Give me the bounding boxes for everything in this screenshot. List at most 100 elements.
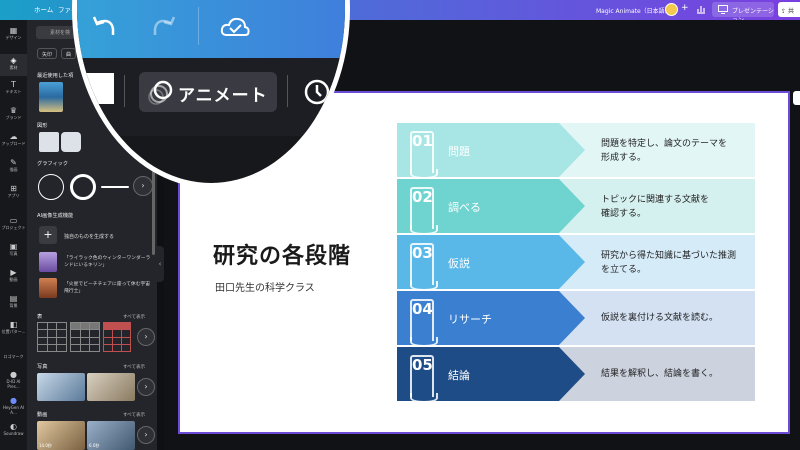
graphic-circle-bold[interactable] — [70, 174, 96, 200]
video-icon: ▶ — [10, 268, 17, 277]
video-duration: 6.0秒 — [89, 443, 100, 448]
video-thumb[interactable]: 14.0秒 — [37, 421, 85, 450]
redo-icon[interactable] — [149, 13, 177, 39]
rail-label: D-ID AI Pres... — [6, 379, 21, 389]
step-row[interactable]: 03 仮説 研究から得た知識に基づいた推測 を立てる。 — [397, 235, 755, 291]
chevron-right-icon[interactable]: › — [137, 426, 155, 444]
table-template[interactable] — [70, 322, 100, 352]
ai-suggestion-text: 「ライラック色のウィンターワンダーランドにいるキリン」 — [64, 256, 151, 268]
slide-title[interactable]: 研究の各段階 — [213, 238, 351, 270]
shape-square[interactable] — [39, 132, 59, 152]
see-all-photos[interactable]: すべて表示 — [123, 364, 145, 370]
rail-label: 動画 — [9, 277, 18, 282]
step-description: 仮説を裏付ける文献を読む。 — [601, 311, 749, 325]
chevron-right-icon[interactable]: › — [137, 378, 155, 396]
see-all-videos[interactable]: すべて表示 — [123, 412, 145, 418]
avatar[interactable] — [665, 3, 678, 16]
ai-thumb — [39, 252, 57, 272]
rail-design[interactable]: ▦ デザイン — [0, 26, 27, 41]
share-button[interactable]: ⇪ 共 — [778, 2, 800, 17]
graphic-line[interactable] — [101, 186, 129, 188]
rail-label: 素材 — [9, 65, 18, 70]
rail-elements[interactable]: ◈ 素材 — [0, 54, 27, 76]
step-description: 結果を解釈し、結論を書く。 — [601, 367, 749, 381]
toolbar-divider — [287, 75, 288, 107]
rail-label: 描画 — [9, 167, 18, 172]
step-number: 01 — [412, 132, 433, 150]
rail-apps[interactable]: ⊞ アプリ — [0, 184, 27, 199]
add-collaborator-button[interactable]: + — [681, 3, 689, 13]
color-swatch[interactable] — [82, 73, 114, 104]
step-description: 問題を特定し、論文のテーマを 形成する。 — [601, 137, 749, 165]
slide-subtitle[interactable]: 田口先生の科学クラス — [215, 279, 315, 294]
present-button[interactable]: プレゼンテーション — [712, 2, 774, 24]
photo-thumb[interactable] — [87, 373, 135, 401]
step-number: 02 — [412, 188, 433, 206]
step-description: トピックに関連する文献を 確認する。 — [601, 193, 749, 221]
step-description-line: 確認する。 — [601, 209, 647, 219]
rail-videos[interactable]: ▶ 動画 — [0, 268, 27, 283]
rail-label: テキスト — [5, 89, 22, 94]
step-row[interactable]: 01 問題 問題を特定し、論文のテーマを 形成する。 — [397, 123, 755, 179]
chip-curve[interactable]: 曲 — [61, 48, 77, 59]
rail-soundraw[interactable]: ◐ Soundraw — [0, 422, 27, 436]
pattern-icon: ◧ — [9, 320, 18, 329]
rail-backgrounds[interactable]: ▤ 背景 — [0, 294, 27, 309]
share-icon: ⇪ — [781, 8, 787, 15]
chevron-right-icon[interactable]: › — [137, 328, 155, 346]
document-title[interactable]: Magic Animate（日本語） — [596, 6, 671, 15]
animate-label: アニメート — [178, 86, 268, 106]
chevron-right-icon[interactable]: › — [133, 176, 153, 196]
rail-photos[interactable]: ▣ 写真 — [0, 242, 27, 257]
canvas-side-handle[interactable] — [793, 91, 800, 105]
design-icon: ▦ — [9, 26, 18, 35]
rail-label: アップロード — [1, 141, 26, 146]
see-all-tables[interactable]: すべて表示 — [123, 314, 145, 320]
crown-icon: ♛ — [9, 106, 18, 115]
menu-home[interactable]: ホーム — [34, 4, 53, 14]
video-thumb[interactable]: 6.0秒 — [87, 421, 135, 450]
left-rail: ▦ デザイン ◈ 素材 T テキスト ♛ ブランド ☁ アップロード ✎ 描画 ⊞ アプリ ▭… — [0, 20, 27, 450]
animate-button[interactable]: アニメート — [139, 72, 277, 112]
share-label: 共 — [787, 8, 794, 15]
rail-label: 写真 — [9, 251, 18, 256]
undo-icon[interactable] — [91, 13, 119, 39]
rail-patterns[interactable]: ◧ 位置パター... — [0, 320, 27, 335]
recent-heading: 最近使用した項 — [37, 73, 74, 79]
generate-plus-button[interactable]: + — [39, 226, 57, 244]
rail-text[interactable]: T テキスト — [0, 80, 27, 95]
step-description-line: 形成する。 — [601, 153, 647, 163]
rail-projects[interactable]: ▭ プロジェクト — [0, 216, 27, 231]
photo-thumb[interactable] — [37, 373, 85, 401]
rail-logos[interactable]: ロゴマーク — [0, 354, 27, 360]
rail-did[interactable]: ● D-ID AI Pres... — [0, 370, 27, 389]
ai-suggestion[interactable]: 「ライラック色のウィンターワンダーランドにいるキリン」 — [39, 252, 150, 272]
step-label: リサーチ — [448, 313, 492, 326]
rail-label: デザイン — [5, 35, 22, 40]
collapse-panel-handle[interactable]: ‹ — [156, 246, 164, 282]
step-number: 03 — [412, 244, 433, 262]
rail-draw[interactable]: ✎ 描画 — [0, 158, 27, 173]
step-row[interactable]: 04 リサーチ 仮説を裏付ける文献を読む。 — [397, 291, 755, 347]
insights-icon[interactable] — [695, 3, 707, 15]
step-row[interactable]: 02 調べる トピックに関連する文献を 確認する。 — [397, 179, 755, 235]
step-description-line: を立てる。 — [601, 265, 647, 275]
rail-heygen[interactable]: ● HeyGen AI A... — [0, 396, 27, 415]
step-row[interactable]: 05 結論 結果を解釈し、結論を書く。 — [397, 347, 755, 403]
toolbar-divider — [198, 7, 199, 45]
cloud-saved-icon[interactable] — [219, 15, 251, 39]
generate-label[interactable]: 独自のものを生成する — [64, 233, 114, 240]
table-template[interactable] — [103, 322, 131, 352]
text-icon: T — [11, 80, 16, 89]
recent-item[interactable] — [39, 82, 63, 112]
rail-brand[interactable]: ♛ ブランド — [0, 106, 27, 121]
rail-label: プロジェクト — [1, 225, 26, 230]
background-icon: ▤ — [9, 294, 18, 303]
cloud-upload-icon: ☁ — [9, 132, 18, 141]
timing-clock-icon[interactable] — [303, 78, 331, 106]
table-template[interactable] — [37, 322, 67, 352]
chip-arrow[interactable]: 矢印 — [37, 48, 58, 59]
ai-suggestion[interactable]: 「火星でビーチチェアに座って休む宇宙飛行士」 — [39, 278, 150, 298]
rail-uploads[interactable]: ☁ アップロード — [0, 132, 27, 147]
graphic-circle-thin[interactable] — [38, 174, 64, 200]
